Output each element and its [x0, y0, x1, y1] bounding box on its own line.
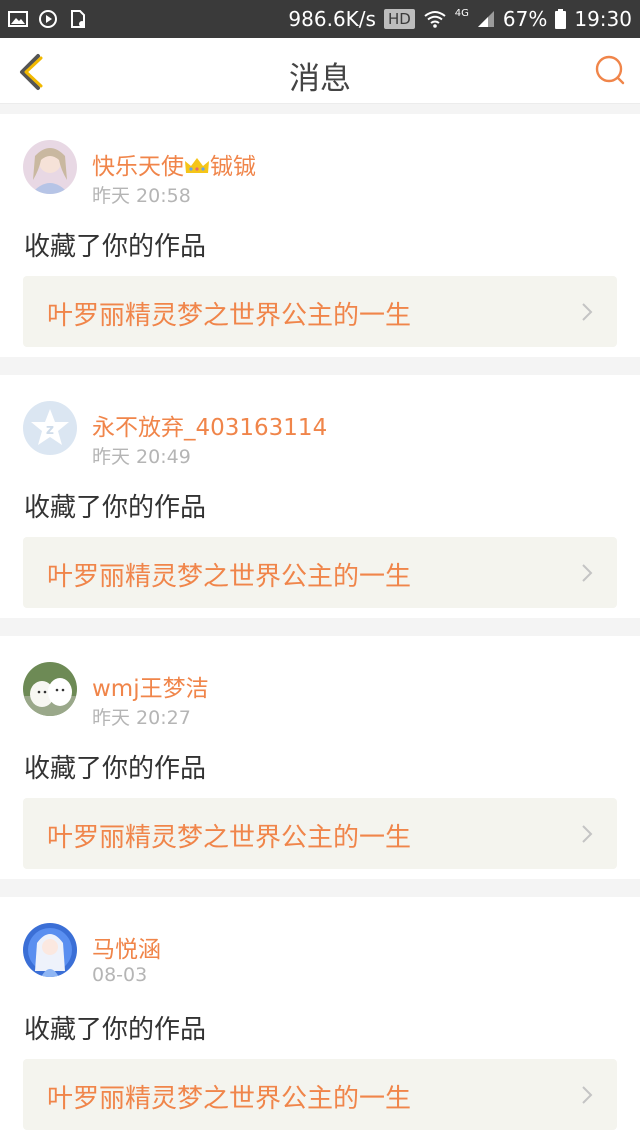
crown-icon — [185, 158, 209, 173]
image-icon — [8, 11, 28, 27]
hd-badge: HD — [383, 9, 415, 29]
battery-icon — [555, 9, 567, 29]
work-title: 叶罗丽精灵梦之世界公主的一生 — [47, 823, 412, 853]
chevron-right-icon — [582, 564, 593, 582]
svg-text:z: z — [46, 422, 54, 438]
message-card: z 永不放弃_403163114 昨天 20:49 收藏了你的作品 叶罗丽精灵梦… — [0, 375, 640, 618]
action-text: 收藏了你的作品 — [24, 754, 207, 784]
message-time: 昨天 20:49 — [92, 446, 191, 468]
status-left-icons — [0, 9, 88, 29]
header-bar: 消息 — [0, 38, 640, 104]
username[interactable]: wmj王梦洁 — [92, 669, 209, 703]
wifi-icon — [424, 11, 446, 28]
chevron-right-icon — [582, 303, 593, 321]
username-text: 快乐天使 — [92, 154, 184, 180]
work-title: 叶罗丽精灵梦之世界公主的一生 — [47, 1084, 412, 1114]
avatar[interactable]: z — [23, 401, 77, 455]
avatar[interactable] — [23, 923, 77, 977]
work-title: 叶罗丽精灵梦之世界公主的一生 — [47, 562, 412, 592]
clock: 19:30 — [574, 7, 632, 31]
chevron-right-icon — [582, 825, 593, 843]
message-card: 快乐天使 铖铖 昨天 20:58 收藏了你的作品 叶罗丽精灵梦之世界公主的一生 — [0, 114, 640, 357]
network-speed: 986.6K/s — [288, 7, 376, 31]
action-text: 收藏了你的作品 — [24, 1015, 207, 1045]
battery-percent: 67% — [502, 7, 548, 31]
avatar[interactable] — [23, 140, 77, 194]
message-card: wmj王梦洁 昨天 20:27 收藏了你的作品 叶罗丽精灵梦之世界公主的一生 — [0, 636, 640, 879]
status-right: 986.6K/s HD 4G 67% 19:30 — [288, 7, 640, 31]
play-icon — [39, 10, 57, 28]
search-circle-icon[interactable] — [594, 54, 626, 86]
username[interactable]: 永不放弃_403163114 — [92, 408, 327, 442]
message-time: 08-03 — [92, 964, 148, 986]
action-text: 收藏了你的作品 — [24, 493, 207, 523]
signal-icon — [477, 11, 494, 27]
username[interactable]: 马悦涵 — [92, 930, 161, 964]
username[interactable]: 快乐天使 铖铖 — [92, 147, 256, 181]
file-icon — [71, 10, 85, 28]
message-time: 昨天 20:27 — [92, 707, 191, 729]
avatar[interactable] — [23, 662, 77, 716]
action-text: 收藏了你的作品 — [24, 232, 207, 262]
message-time: 昨天 20:58 — [92, 185, 191, 207]
network-type: 4G — [454, 7, 469, 19]
message-card: 马悦涵 08-03 收藏了你的作品 叶罗丽精灵梦之世界公主的一生 — [0, 897, 640, 1138]
work-link[interactable]: 叶罗丽精灵梦之世界公主的一生 — [23, 537, 617, 608]
work-link[interactable]: 叶罗丽精灵梦之世界公主的一生 — [23, 1059, 617, 1130]
work-link[interactable]: 叶罗丽精灵梦之世界公主的一生 — [23, 276, 617, 347]
chevron-right-icon — [582, 1086, 593, 1104]
work-link[interactable]: 叶罗丽精灵梦之世界公主的一生 — [23, 798, 617, 869]
page-title: 消息 — [289, 61, 351, 97]
work-title: 叶罗丽精灵梦之世界公主的一生 — [47, 301, 412, 331]
username-suffix: 铖铖 — [210, 154, 256, 180]
status-bar: 986.6K/s HD 4G 67% 19:30 — [0, 0, 640, 38]
